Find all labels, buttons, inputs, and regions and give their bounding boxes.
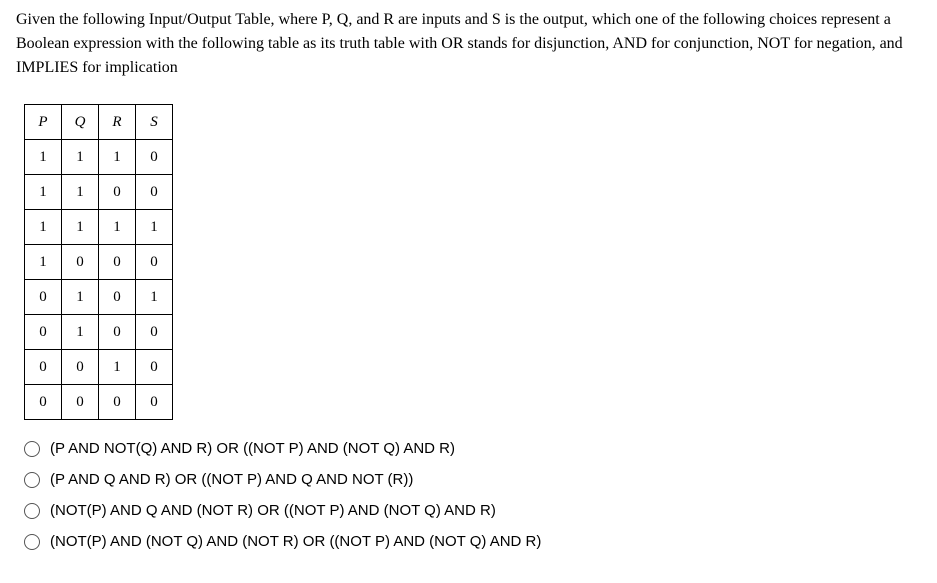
choice-label: (P AND NOT(Q) AND R) OR ((NOT P) AND (NO… [50, 440, 455, 457]
table-header: Q [62, 105, 99, 140]
truth-table: P Q R S 1 1 1 0 1 1 0 0 1 1 1 1 1 0 0 0 … [24, 104, 173, 420]
table-row: 1 1 1 0 [25, 140, 173, 175]
table-cell: 0 [25, 315, 62, 350]
radio-icon[interactable] [24, 534, 40, 550]
table-cell: 1 [136, 210, 173, 245]
choices-list: (P AND NOT(Q) AND R) OR ((NOT P) AND (NO… [24, 440, 921, 550]
choice-option[interactable]: (NOT(P) AND (NOT Q) AND (NOT R) OR ((NOT… [24, 533, 921, 550]
table-cell: 1 [99, 140, 136, 175]
choice-option[interactable]: (NOT(P) AND Q AND (NOT R) OR ((NOT P) AN… [24, 502, 921, 519]
radio-icon[interactable] [24, 441, 40, 457]
table-cell: 0 [99, 315, 136, 350]
table-cell: 1 [25, 175, 62, 210]
question-text: Given the following Input/Output Table, … [16, 8, 921, 80]
table-row: 0 1 0 0 [25, 315, 173, 350]
table-cell: 1 [25, 245, 62, 280]
table-cell: 1 [62, 175, 99, 210]
table-cell: 0 [99, 245, 136, 280]
table-cell: 0 [62, 385, 99, 420]
table-cell: 0 [25, 280, 62, 315]
table-header: S [136, 105, 173, 140]
table-cell: 0 [136, 315, 173, 350]
table-cell: 1 [62, 140, 99, 175]
table-cell: 1 [136, 280, 173, 315]
choice-label: (NOT(P) AND (NOT Q) AND (NOT R) OR ((NOT… [50, 533, 541, 550]
table-cell: 1 [62, 210, 99, 245]
radio-icon[interactable] [24, 472, 40, 488]
table-header: R [99, 105, 136, 140]
table-row: 1 0 0 0 [25, 245, 173, 280]
choice-option[interactable]: (P AND NOT(Q) AND R) OR ((NOT P) AND (NO… [24, 440, 921, 457]
table-cell: 1 [25, 140, 62, 175]
table-row: 1 1 0 0 [25, 175, 173, 210]
table-cell: 0 [25, 385, 62, 420]
table-row: 0 0 0 0 [25, 385, 173, 420]
table-cell: 1 [25, 210, 62, 245]
table-cell: 0 [62, 350, 99, 385]
table-cell: 0 [99, 385, 136, 420]
table-cell: 0 [25, 350, 62, 385]
table-cell: 0 [99, 175, 136, 210]
table-cell: 0 [136, 175, 173, 210]
table-cell: 0 [99, 280, 136, 315]
table-cell: 0 [136, 385, 173, 420]
table-cell: 1 [62, 280, 99, 315]
table-row: 1 1 1 1 [25, 210, 173, 245]
table-row: 0 1 0 1 [25, 280, 173, 315]
radio-icon[interactable] [24, 503, 40, 519]
table-cell: 0 [136, 245, 173, 280]
table-cell: 1 [62, 315, 99, 350]
table-cell: 0 [62, 245, 99, 280]
table-header: P [25, 105, 62, 140]
choice-option[interactable]: (P AND Q AND R) OR ((NOT P) AND Q AND NO… [24, 471, 921, 488]
table-cell: 0 [136, 140, 173, 175]
choice-label: (NOT(P) AND Q AND (NOT R) OR ((NOT P) AN… [50, 502, 496, 519]
table-header-row: P Q R S [25, 105, 173, 140]
table-row: 0 0 1 0 [25, 350, 173, 385]
table-cell: 0 [136, 350, 173, 385]
table-cell: 1 [99, 350, 136, 385]
table-cell: 1 [99, 210, 136, 245]
choice-label: (P AND Q AND R) OR ((NOT P) AND Q AND NO… [50, 471, 413, 488]
